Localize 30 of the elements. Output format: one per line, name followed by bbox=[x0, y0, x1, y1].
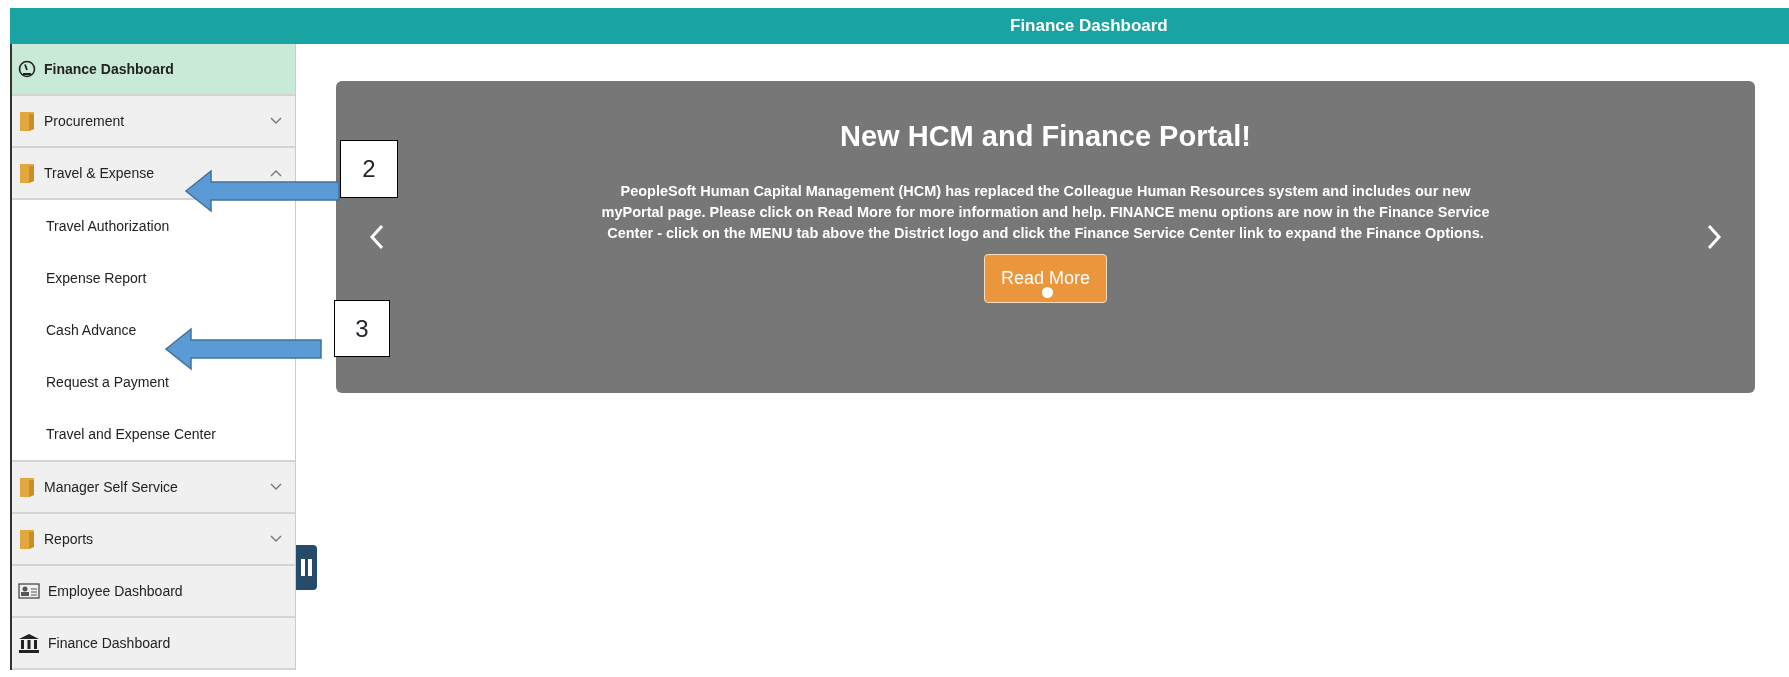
sidebar-item[interactable]: Finance Dashboard bbox=[12, 618, 295, 670]
folder-icon bbox=[18, 110, 36, 132]
callout-number: 3 bbox=[334, 300, 390, 357]
sidebar-item[interactable]: Finance Dashboard bbox=[12, 44, 295, 96]
chevron-down-icon bbox=[269, 116, 283, 126]
item-label: Reports bbox=[44, 529, 95, 549]
callout-number: 2 bbox=[340, 140, 398, 198]
item-label: Employee Dashboard bbox=[48, 581, 184, 601]
sidebar-item[interactable]: Reports bbox=[12, 514, 295, 566]
sidebar-item[interactable]: Employee Dashboard bbox=[12, 566, 295, 618]
id-card-icon bbox=[18, 583, 40, 599]
item-label: Manager Self Service bbox=[44, 477, 179, 497]
chevron-down-icon bbox=[269, 482, 283, 492]
folder-icon bbox=[18, 476, 36, 498]
sidebar-item[interactable]: Procurement bbox=[12, 96, 295, 148]
folder-icon bbox=[18, 162, 36, 184]
sidebar-item[interactable]: Manager Self Service bbox=[12, 462, 295, 514]
item-label: Finance Dashboard bbox=[44, 59, 175, 79]
item-label: Finance Dashboard bbox=[48, 633, 172, 653]
chevron-down-icon bbox=[269, 534, 283, 544]
gauge-icon bbox=[18, 60, 36, 78]
chevron-up-icon bbox=[269, 168, 283, 178]
folder-icon bbox=[18, 528, 36, 550]
bank-icon bbox=[18, 633, 40, 653]
collapse-handle[interactable] bbox=[296, 545, 317, 590]
item-label: Travel & Expense bbox=[44, 163, 155, 183]
page-title: Finance Dashboard bbox=[1010, 15, 1168, 38]
banner-title: New HCM and Finance Portal! bbox=[840, 119, 1251, 154]
item-label: Procurement bbox=[44, 111, 126, 131]
banner-text: PeopleSoft Human Capital Management (HCM) has replaced the Colleague Human Resources system and includes our new myPortal page. Please click on Read More for more information and help. FINANCE menu options are now in the Finance Service Center - click on the MENU tab above the District logo and click the Finance Service Center link to expand the Finance Options. bbox=[600, 181, 1491, 243]
